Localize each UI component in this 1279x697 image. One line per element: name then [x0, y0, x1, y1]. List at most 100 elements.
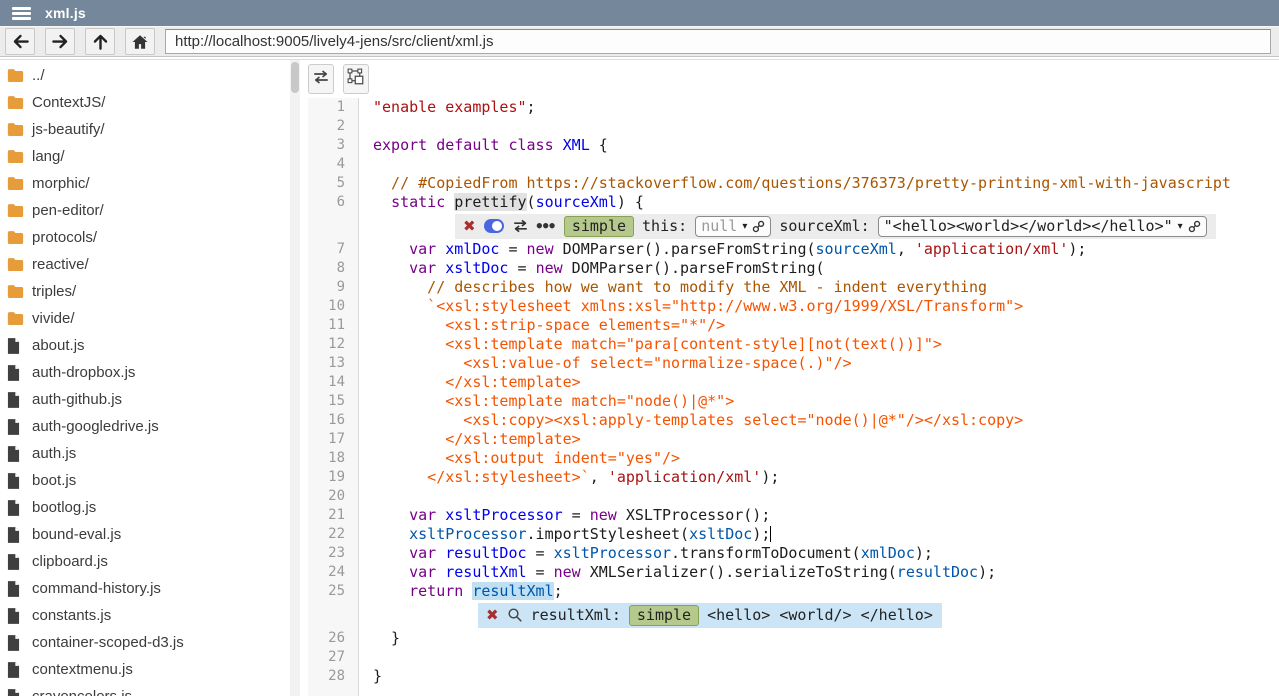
sidebar-item-crayoncolors-js[interactable]: crayoncolors.js — [0, 683, 288, 696]
code-line[interactable]: 4 — [308, 155, 1279, 174]
code-line[interactable]: 23 var resultDoc = xsltProcessor.transfo… — [308, 544, 1279, 563]
code-line[interactable]: 6 static prettify(sourceXml) { — [308, 193, 1279, 212]
sidebar-item-about-js[interactable]: about.js — [0, 332, 288, 359]
sidebar-item-js-beautify[interactable]: js-beautify/ — [0, 116, 288, 143]
code-line[interactable]: 2 — [308, 117, 1279, 136]
code-line[interactable]: 24 var resultXml = new XMLSerializer().s… — [308, 563, 1279, 582]
sidebar-item-auth-js[interactable]: auth.js — [0, 440, 288, 467]
line-content[interactable]: } — [359, 629, 400, 648]
line-content[interactable]: "enable examples"; — [359, 98, 536, 117]
this-value-select[interactable]: null ▾ — [695, 216, 771, 237]
sidebar-scrollbar[interactable] — [290, 60, 300, 696]
line-content[interactable]: var resultXml = new XMLSerializer().seri… — [359, 563, 996, 582]
code-line[interactable]: 28} — [308, 667, 1279, 686]
close-icon[interactable]: ✖ — [486, 608, 499, 623]
code-line[interactable]: 10 `<xsl:stylesheet xmlns:xsl="http://ww… — [308, 297, 1279, 316]
sidebar-item-contextjs[interactable]: ContextJS/ — [0, 89, 288, 116]
code-line[interactable]: 27 — [308, 648, 1279, 667]
code-line[interactable]: 21 var xsltProcessor = new XSLTProcessor… — [308, 506, 1279, 525]
sidebar-item-protocols[interactable]: protocols/ — [0, 224, 288, 251]
sidebar-item-pen-editor[interactable]: pen-editor/ — [0, 197, 288, 224]
inspect-bounds-button[interactable] — [343, 64, 369, 94]
close-icon[interactable]: ✖ — [463, 219, 476, 234]
line-content[interactable]: // #CopiedFrom https://stackoverflow.com… — [359, 174, 1231, 193]
sidebar-item-boot-js[interactable]: boot.js — [0, 467, 288, 494]
sidebar-item-bound-eval-js[interactable]: bound-eval.js — [0, 521, 288, 548]
line-content[interactable] — [359, 487, 373, 506]
home-button[interactable] — [125, 28, 155, 55]
sourcexml-value-select[interactable]: "<hello><world></world></hello>" ▾ — [878, 216, 1207, 237]
line-content[interactable]: </xsl:stylesheet>`, 'application/xml'); — [359, 468, 779, 487]
code-line[interactable]: 9 // describes how we want to modify the… — [308, 278, 1279, 297]
simple-mode-badge[interactable]: simple — [629, 605, 699, 626]
sidebar-scrollbar-thumb[interactable] — [291, 62, 299, 93]
line-content[interactable]: var xsltProcessor = new XSLTProcessor(); — [359, 506, 770, 525]
code-line[interactable]: 13 <xsl:value-of select="normalize-space… — [308, 354, 1279, 373]
code-line[interactable]: 14 </xsl:template> — [308, 373, 1279, 392]
sidebar-item-reactive[interactable]: reactive/ — [0, 251, 288, 278]
line-content[interactable]: var xsltDoc = new DOMParser().parseFromS… — [359, 259, 825, 278]
code-line[interactable]: 16 <xsl:copy><xsl:apply-templates select… — [308, 411, 1279, 430]
line-content[interactable]: <xsl:template match="para[content-style]… — [359, 335, 942, 354]
code-line[interactable]: 15 <xsl:template match="node()|@*"> — [308, 392, 1279, 411]
sidebar-item-contextmenu-js[interactable]: contextmenu.js — [0, 656, 288, 683]
swap-view-button[interactable] — [308, 64, 334, 94]
code-line[interactable]: 20 — [308, 487, 1279, 506]
line-content[interactable]: static prettify(sourceXml) { — [359, 193, 644, 212]
forward-button[interactable] — [45, 28, 75, 55]
line-content[interactable]: xsltProcessor.importStylesheet(xsltDoc); — [359, 525, 771, 544]
code-line[interactable]: 19 </xsl:stylesheet>`, 'application/xml'… — [308, 468, 1279, 487]
sidebar-item-[interactable]: ../ — [0, 62, 288, 89]
line-content[interactable]: <xsl:value-of select="normalize-space(.)… — [359, 354, 852, 373]
swap-icon[interactable] — [512, 219, 529, 233]
line-content[interactable]: <xsl:strip-space elements="*"/> — [359, 316, 725, 335]
sidebar-item-morphic[interactable]: morphic/ — [0, 170, 288, 197]
link-icon[interactable] — [1188, 220, 1201, 233]
line-content[interactable]: <xsl:copy><xsl:apply-templates select="n… — [359, 411, 1023, 430]
sidebar-item-auth-github-js[interactable]: auth-github.js — [0, 386, 288, 413]
sidebar-item-lang[interactable]: lang/ — [0, 143, 288, 170]
line-content[interactable]: <xsl:template match="node()|@*"> — [359, 392, 734, 411]
line-content[interactable] — [359, 155, 373, 174]
sidebar-item-container-scoped-d3-js[interactable]: container-scoped-d3.js — [0, 629, 288, 656]
code-line[interactable]: 25 return resultXml; — [308, 582, 1279, 601]
line-content[interactable]: <xsl:output indent="yes"/> — [359, 449, 680, 468]
code-line[interactable]: 11 <xsl:strip-space elements="*"/> — [308, 316, 1279, 335]
code-line[interactable]: 1"enable examples"; — [308, 98, 1279, 117]
toggle-icon[interactable] — [484, 219, 504, 233]
line-content[interactable]: var resultDoc = xsltProcessor.transformT… — [359, 544, 933, 563]
line-content[interactable]: </xsl:template> — [359, 430, 581, 449]
line-content[interactable]: `<xsl:stylesheet xmlns:xsl="http://www.w… — [359, 297, 1023, 316]
code-line[interactable]: 3export default class XML { — [308, 136, 1279, 155]
sidebar-item-bootlog-js[interactable]: bootlog.js — [0, 494, 288, 521]
code-line[interactable]: 18 <xsl:output indent="yes"/> — [308, 449, 1279, 468]
line-content[interactable]: } — [359, 667, 382, 686]
code-line[interactable]: 22 xsltProcessor.importStylesheet(xsltDo… — [308, 525, 1279, 544]
sidebar-item-vivide[interactable]: vivide/ — [0, 305, 288, 332]
hamburger-menu-icon[interactable] — [12, 7, 31, 20]
up-button[interactable] — [85, 28, 115, 55]
line-content[interactable]: var xmlDoc = new DOMParser().parseFromSt… — [359, 240, 1086, 259]
sidebar-item-auth-googledrive-js[interactable]: auth-googledrive.js — [0, 413, 288, 440]
code-editor[interactable]: 1"enable examples";23export default clas… — [308, 98, 1279, 696]
code-line[interactable]: 26 } — [308, 629, 1279, 648]
line-content[interactable] — [359, 648, 373, 667]
line-content[interactable]: export default class XML { — [359, 136, 608, 155]
code-line[interactable]: 12 <xsl:template match="para[content-sty… — [308, 335, 1279, 354]
sidebar-item-auth-dropbox-js[interactable]: auth-dropbox.js — [0, 359, 288, 386]
sidebar-item-constants-js[interactable]: constants.js — [0, 602, 288, 629]
code-line[interactable]: 7 var xmlDoc = new DOMParser().parseFrom… — [308, 240, 1279, 259]
line-content[interactable]: </xsl:template> — [359, 373, 581, 392]
simple-mode-badge[interactable]: simple — [564, 216, 634, 237]
sidebar-item-clipboard-js[interactable]: clipboard.js — [0, 548, 288, 575]
sidebar-item-command-history-js[interactable]: command-history.js — [0, 575, 288, 602]
line-content[interactable]: // describes how we want to modify the X… — [359, 278, 987, 297]
sidebar-item-triples[interactable]: triples/ — [0, 278, 288, 305]
ellipsis-icon[interactable]: ●●● — [537, 221, 556, 231]
code-line[interactable]: 17 </xsl:template> — [308, 430, 1279, 449]
line-content[interactable]: return resultXml; — [359, 582, 563, 601]
line-content[interactable] — [359, 117, 373, 136]
code-line[interactable]: 5 // #CopiedFrom https://stackoverflow.c… — [308, 174, 1279, 193]
url-input[interactable] — [165, 29, 1271, 54]
code-line[interactable]: 8 var xsltDoc = new DOMParser().parseFro… — [308, 259, 1279, 278]
